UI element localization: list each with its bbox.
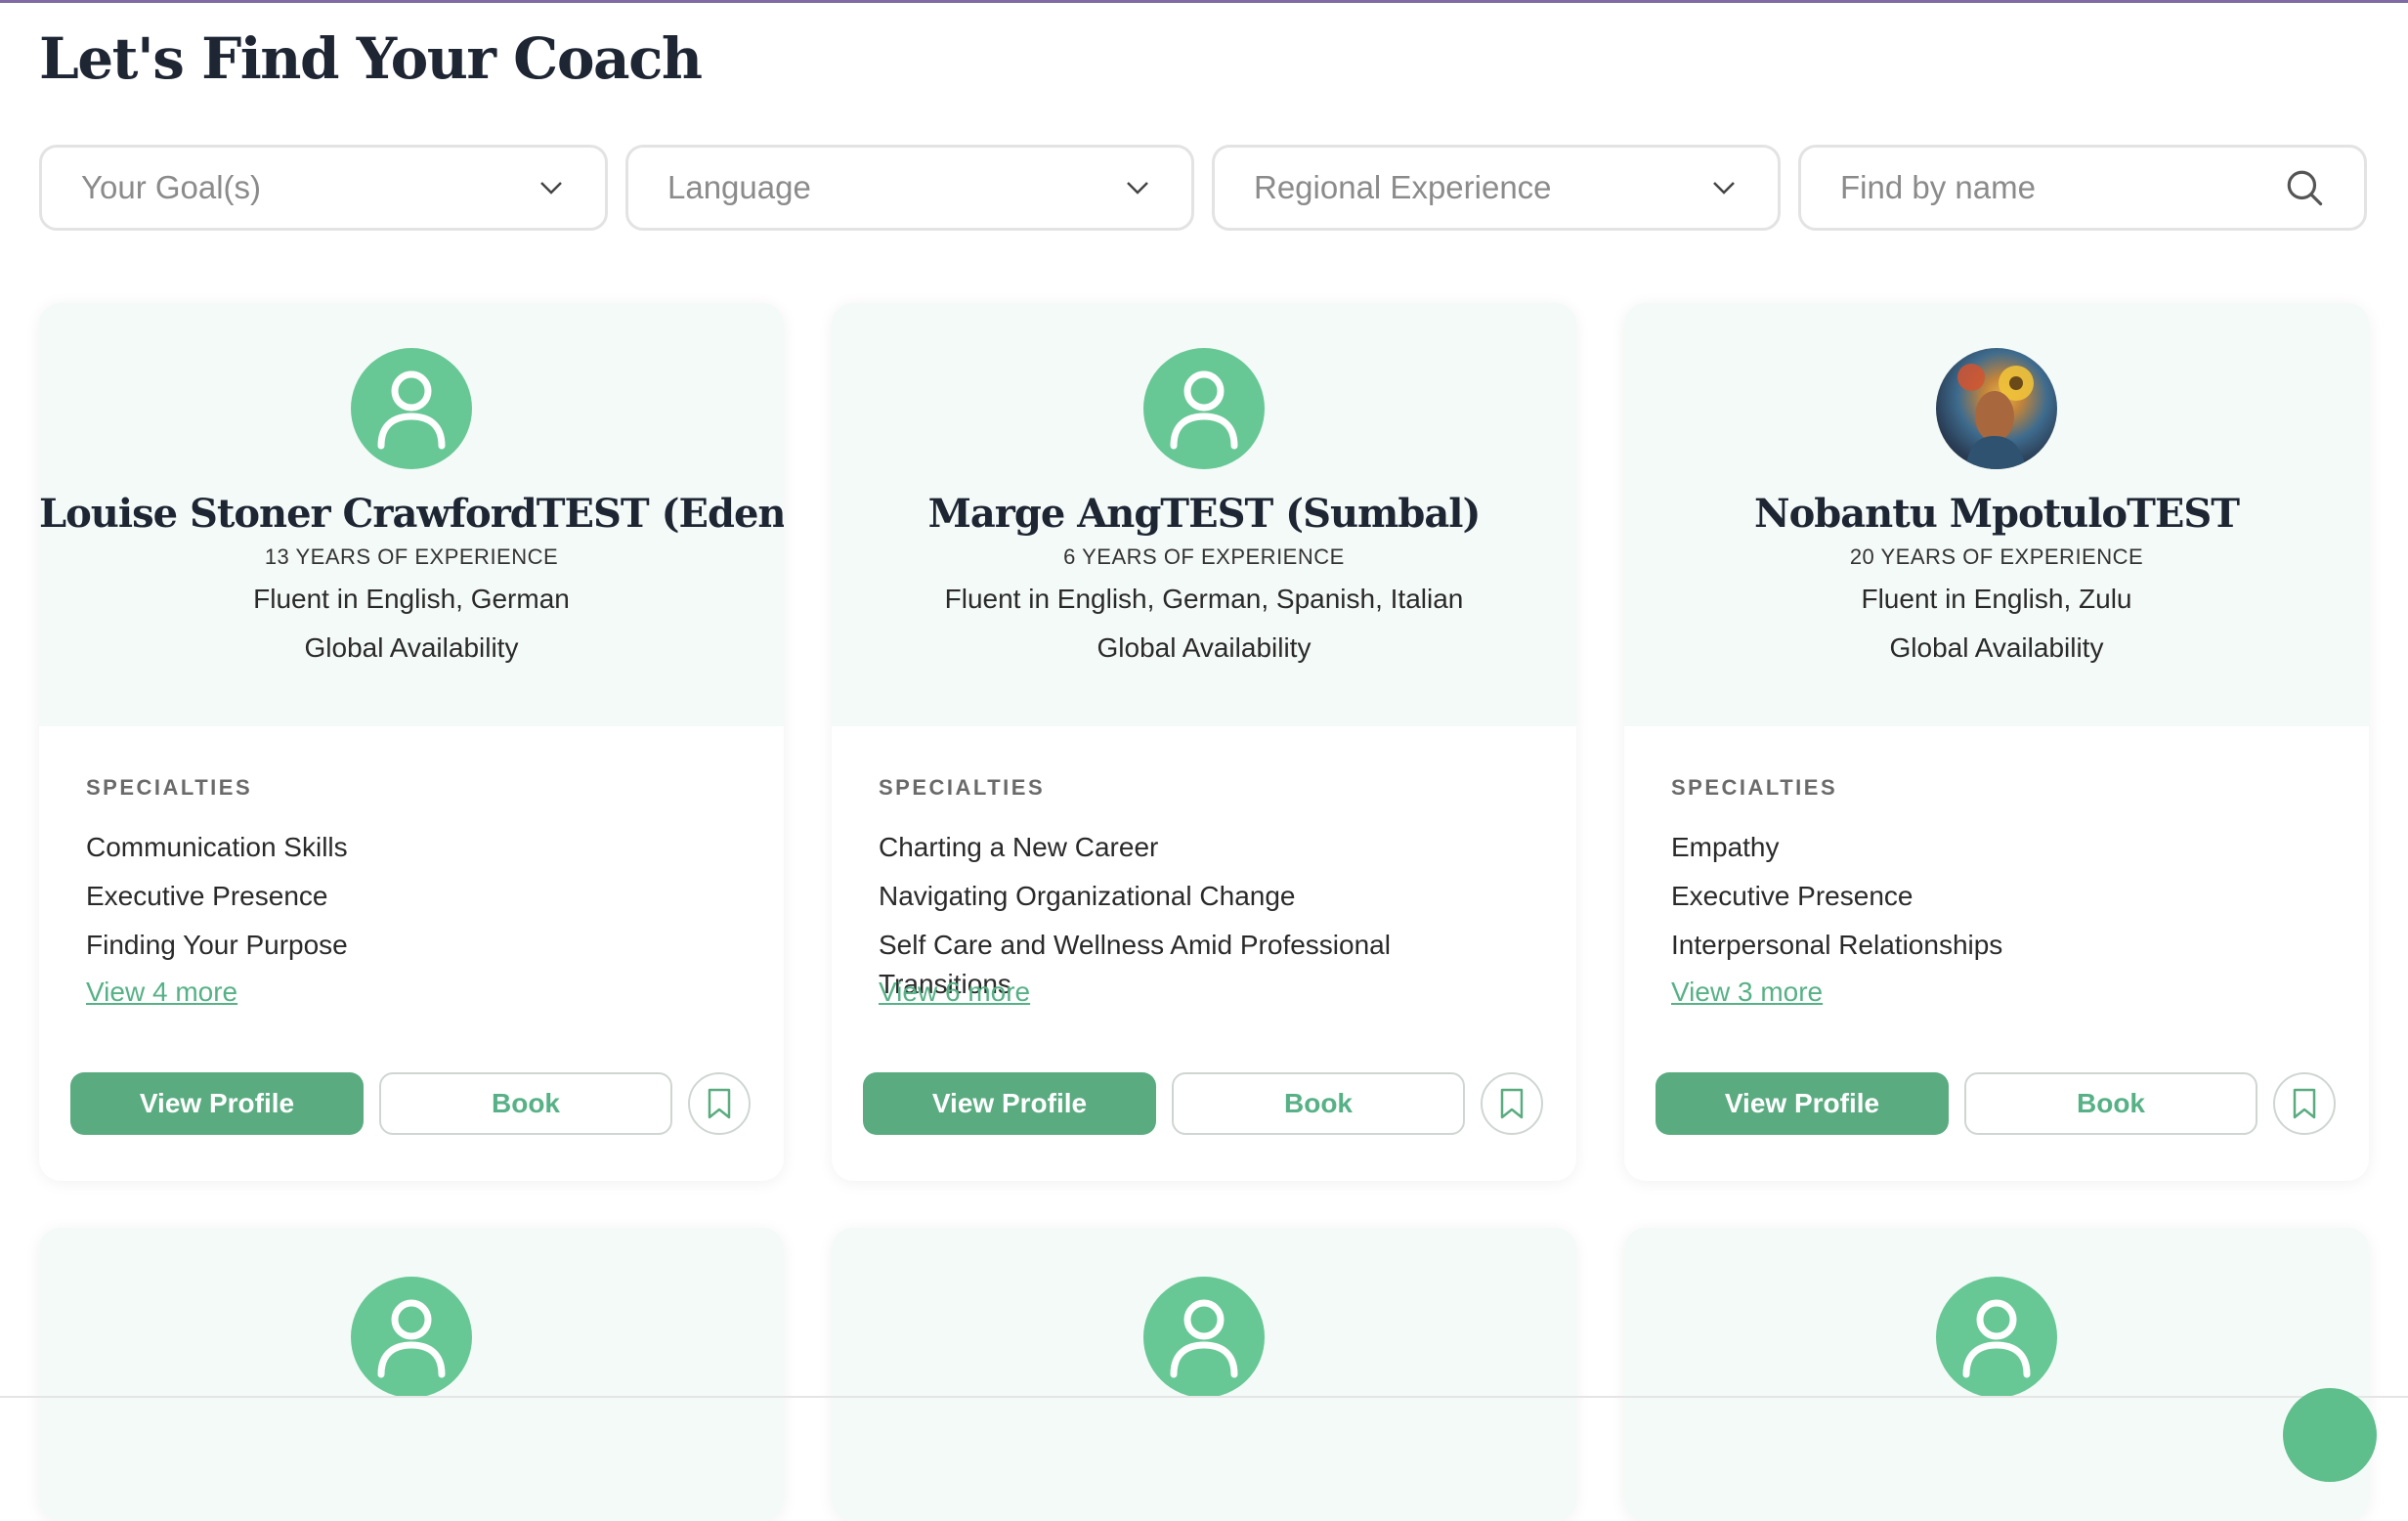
specialty-item: Interpersonal Relationships: [1671, 930, 2003, 960]
regional-experience-dropdown[interactable]: Regional Experience: [1212, 145, 1781, 231]
specialty-item: Finding Your Purpose: [86, 930, 348, 960]
coach-card: [39, 1228, 784, 1521]
coach-card-header: [1624, 1228, 2369, 1521]
coach-card-header: [832, 1228, 1576, 1521]
avatar: [351, 348, 472, 469]
coach-languages: Fluent in English, German: [253, 584, 570, 614]
coach-card-actions: View Profile Book: [863, 1072, 1543, 1135]
specialties-list: Communication Skills Executive Presence …: [86, 828, 737, 975]
specialty-item: Executive Presence: [1671, 881, 1914, 911]
coach-card-body: SPECIALTIES Communication Skills Executi…: [39, 726, 784, 1008]
coach-card: [832, 1228, 1576, 1521]
bookmark-icon: [1500, 1088, 1524, 1119]
coach-card: [1624, 1228, 2369, 1521]
coach-availability: Global Availability: [1889, 632, 2104, 663]
coach-name: Marge AngTEST (Sumbal): [927, 491, 1482, 537]
coach-card-header: Marge AngTEST (Sumbal) 6 YEARS OF EXPERI…: [832, 303, 1576, 726]
user-icon: [1170, 370, 1238, 450]
coach-card-header: Nobantu MpotuloTEST 20 YEARS OF EXPERIEN…: [1624, 303, 2369, 726]
bookmark-button[interactable]: [688, 1072, 751, 1135]
book-button[interactable]: Book: [1964, 1072, 2258, 1135]
avatar-photo: [1936, 348, 2057, 469]
coach-name: Louise Stoner CrawfordTEST (Eden): [39, 491, 784, 537]
coach-card-header: Louise Stoner CrawfordTEST (Eden) 13 YEA…: [39, 303, 784, 726]
goals-dropdown[interactable]: Your Goal(s): [39, 145, 608, 231]
coach-experience: 6 YEARS OF EXPERIENCE: [1063, 544, 1345, 569]
bookmark-button[interactable]: [1481, 1072, 1543, 1135]
specialty-item: Empathy: [1671, 832, 1780, 862]
coach-card: Marge AngTEST (Sumbal) 6 YEARS OF EXPERI…: [832, 303, 1576, 1181]
chat-button[interactable]: [2283, 1388, 2377, 1482]
specialty-item: Charting a New Career: [879, 832, 1159, 862]
coach-card: Nobantu MpotuloTEST 20 YEARS OF EXPERIEN…: [1624, 303, 2369, 1181]
coach-languages: Fluent in English, Zulu: [1861, 584, 2132, 614]
avatar: [1936, 1277, 2057, 1398]
bookmark-icon: [708, 1088, 731, 1119]
goals-dropdown-label: Your Goal(s): [81, 169, 262, 205]
user-icon: [1170, 1299, 1238, 1378]
bookmark-button[interactable]: [2273, 1072, 2336, 1135]
view-more-link[interactable]: View 6 more: [879, 977, 1030, 1008]
view-profile-button[interactable]: View Profile: [863, 1072, 1156, 1135]
specialties-heading: SPECIALTIES: [879, 775, 1046, 800]
coach-availability: Global Availability: [1096, 632, 1312, 663]
user-icon: [377, 1299, 446, 1378]
name-search-input[interactable]: [1840, 169, 2260, 206]
view-profile-button[interactable]: View Profile: [1656, 1072, 1949, 1135]
view-profile-button[interactable]: View Profile: [70, 1072, 364, 1135]
coach-directory-page: Let's Find Your Coach Your Goal(s) Langu…: [39, 0, 2369, 1521]
specialty-item: Executive Presence: [86, 881, 328, 911]
specialty-item: Self Care and Wellness Amid Professional…: [879, 930, 1391, 999]
specialties-heading: SPECIALTIES: [86, 775, 253, 800]
coach-languages: Fluent in English, German, Spanish, Ital…: [944, 584, 1464, 614]
page-title: Let's Find Your Coach: [39, 25, 703, 92]
chevron-down-icon: [540, 182, 562, 195]
coach-experience: 20 YEARS OF EXPERIENCE: [1849, 544, 2144, 569]
specialty-item: Communication Skills: [86, 832, 348, 862]
view-more-link[interactable]: View 4 more: [86, 977, 237, 1008]
coach-card-body: SPECIALTIES Charting a New Career Naviga…: [832, 726, 1576, 1008]
coach-card-actions: View Profile Book: [1656, 1072, 2336, 1135]
coach-card-header: [39, 1228, 784, 1521]
book-button[interactable]: Book: [1172, 1072, 1465, 1135]
chevron-down-icon: [1713, 182, 1735, 195]
avatar: [1143, 348, 1265, 469]
specialties-list: Empathy Executive Presence Interpersonal…: [1671, 828, 2322, 975]
filter-bar: Your Goal(s) Language Regional Experienc…: [39, 145, 2367, 231]
coach-availability: Global Availability: [304, 632, 519, 663]
book-button[interactable]: Book: [379, 1072, 672, 1135]
avatar: [1143, 1277, 1265, 1398]
specialties-list: Charting a New Career Navigating Organiz…: [879, 828, 1529, 999]
language-dropdown[interactable]: Language: [625, 145, 1194, 231]
portrait-photo-icon: [1957, 364, 2034, 469]
bookmark-icon: [2293, 1088, 2316, 1119]
avatar: [351, 1277, 472, 1398]
search-icon[interactable]: [2284, 167, 2325, 208]
view-more-link[interactable]: View 3 more: [1671, 977, 1823, 1008]
coach-card-body: SPECIALTIES Empathy Executive Presence I…: [1624, 726, 2369, 1008]
chevron-down-icon: [1127, 182, 1148, 195]
language-dropdown-label: Language: [667, 169, 811, 205]
viewport-bottom-border: [0, 1396, 2408, 1398]
regional-experience-label: Regional Experience: [1254, 169, 1552, 205]
specialties-heading: SPECIALTIES: [1671, 775, 1838, 800]
name-search-field: [1798, 145, 2367, 231]
coach-card-actions: View Profile Book: [70, 1072, 751, 1135]
user-icon: [1962, 1299, 2031, 1378]
coach-name: Nobantu MpotuloTEST: [1754, 491, 2240, 537]
coach-card: Louise Stoner CrawfordTEST (Eden) 13 YEA…: [39, 303, 784, 1181]
user-icon: [377, 370, 446, 450]
coach-experience: 13 YEARS OF EXPERIENCE: [264, 544, 559, 569]
specialty-item: Navigating Organizational Change: [879, 881, 1296, 911]
